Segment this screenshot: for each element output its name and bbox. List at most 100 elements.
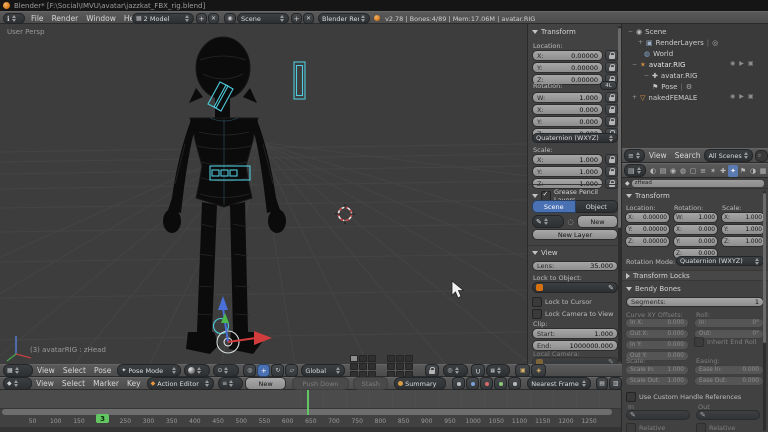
number-field[interactable]: Y:0.00000 xyxy=(625,224,670,235)
filter-hidden-button[interactable] xyxy=(466,377,479,390)
rotate-manipulator-button[interactable]: ↻ xyxy=(271,364,284,377)
stash-button[interactable]: Stash xyxy=(353,377,388,390)
segments-field[interactable]: Segments:1 xyxy=(626,297,764,307)
scene-selector[interactable]: Scene xyxy=(237,13,289,24)
tab-modifiers-icon[interactable]: ✶ xyxy=(708,165,718,177)
number-field[interactable]: Y:1.000 xyxy=(532,166,603,177)
lens-field[interactable]: Lens:35.000 xyxy=(532,261,618,271)
outliner-row-renderlayers[interactable]: + ▣ RenderLayers |◎ xyxy=(638,37,718,48)
snap-toggle-button[interactable]: ∩ xyxy=(471,364,485,377)
tab-render-icon[interactable]: ◐ xyxy=(648,165,658,177)
lock-icon[interactable] xyxy=(605,166,618,177)
filter-datablock-button[interactable] xyxy=(494,377,507,390)
number-field[interactable]: Z:0.00000 xyxy=(625,236,670,247)
number-field[interactable]: X:0.00000 xyxy=(625,212,670,223)
properties-scrollbar[interactable] xyxy=(763,191,766,431)
expand-icon[interactable]: + xyxy=(632,94,637,101)
number-field[interactable]: Y:0.00000 xyxy=(532,62,603,73)
hide-eye-icon[interactable]: ◉ xyxy=(730,60,735,67)
outliner-row-avatar-rig-data[interactable]: − ✚ avatar.RIG xyxy=(644,70,697,81)
number-field[interactable]: W:1.000 xyxy=(532,92,603,103)
lock-camera-row[interactable]: Lock Camera to View xyxy=(532,309,613,319)
lock-icon[interactable] xyxy=(605,116,618,127)
orientation-dropdown[interactable]: Global xyxy=(301,364,345,377)
checkbox[interactable] xyxy=(532,297,542,307)
npanel-scrollbar[interactable] xyxy=(618,26,621,362)
lock-icon[interactable] xyxy=(605,92,618,103)
menu-item[interactable]: Key xyxy=(123,379,145,388)
delete-layout-button[interactable]: ✕ xyxy=(208,13,219,24)
outliner-row-avatar-rig[interactable]: − ✶ avatar.RIG xyxy=(632,59,685,70)
copy-keyframes-button[interactable]: ▤ xyxy=(596,377,609,390)
lock-icon[interactable] xyxy=(605,104,618,115)
checkbox[interactable] xyxy=(626,392,636,402)
menu-item[interactable]: Select xyxy=(58,379,89,388)
number-field[interactable]: X:0.000 xyxy=(673,224,718,235)
new-layer-button[interactable]: New Layer xyxy=(532,229,618,240)
filter-errors-button[interactable] xyxy=(480,377,493,390)
outliner-row-nakedfemale[interactable]: + ▽ nakedFEMALE xyxy=(632,92,697,103)
manipulator-toggle-button[interactable]: ◎ xyxy=(243,364,256,377)
scale-manipulator-button[interactable]: ▱ xyxy=(285,364,298,377)
menu-item[interactable]: Select xyxy=(59,366,90,375)
selectable-icon[interactable]: ▶ xyxy=(739,93,744,100)
expand-icon[interactable]: − xyxy=(628,28,633,35)
pin-icon[interactable]: ◆ xyxy=(625,180,630,187)
number-field[interactable]: X:0.00000 xyxy=(532,50,603,61)
filter-only-selected-button[interactable] xyxy=(452,377,465,390)
menu-item[interactable]: Window xyxy=(82,14,120,23)
panel-transform[interactable]: Transform xyxy=(532,28,576,36)
menu-search[interactable]: Search xyxy=(671,151,705,160)
menu-item[interactable]: View xyxy=(32,379,58,388)
number-field[interactable]: W:1.000 xyxy=(673,212,718,223)
tab-data-icon[interactable]: ✚ xyxy=(718,165,728,177)
render-engine-selector[interactable]: Blender Render xyxy=(318,13,370,24)
number-field[interactable]: Start:1.000 xyxy=(532,328,618,339)
panel-view[interactable]: View xyxy=(532,249,558,257)
current-frame-line[interactable] xyxy=(307,390,309,415)
panel-bone-transform[interactable]: Transform xyxy=(626,192,670,200)
handle-out-field[interactable]: ✎ xyxy=(696,410,760,420)
screen-layout-selector[interactable]: ▦ 2 Model xyxy=(132,13,194,24)
tab-scene-icon[interactable]: ◉ xyxy=(668,165,678,177)
grease-scene-tab[interactable]: Scene xyxy=(532,200,576,213)
menu-item[interactable]: Pose xyxy=(90,366,115,375)
outliner-row-pose[interactable]: ⚑ Pose |⚙ xyxy=(652,81,692,92)
delete-scene-button[interactable]: ✕ xyxy=(303,13,314,24)
tab-bone-constraints-icon[interactable]: ⚑ xyxy=(738,165,748,177)
snap-element-dropdown[interactable]: ▦ xyxy=(486,364,510,377)
lock-icon[interactable] xyxy=(605,50,618,61)
lock-object-field[interactable]: ✎ xyxy=(532,282,618,293)
draw-tool-dropdown[interactable]: ✎ xyxy=(532,215,564,228)
auto-snap-dropdown[interactable]: Nearest Frame xyxy=(527,377,591,390)
outliner-row-scene[interactable]: − ◉ Scene xyxy=(628,26,666,37)
number-field[interactable]: X:1.000 xyxy=(532,154,603,165)
paste-keyframes-button[interactable]: ▥ xyxy=(609,377,622,390)
menu-item[interactable]: File xyxy=(27,14,48,23)
menu-item[interactable]: Marker xyxy=(89,379,123,388)
number-field[interactable]: Y:0.000 xyxy=(673,236,718,247)
tab-world-icon[interactable]: ◍ xyxy=(678,165,688,177)
menu-item[interactable]: View xyxy=(33,366,59,375)
number-field[interactable]: Y:0.000 xyxy=(532,116,603,127)
panel-bendy-bones[interactable]: Bendy Bones xyxy=(626,285,681,293)
action-browse-dropdown[interactable]: ≡ xyxy=(218,377,243,390)
proportional-edit-dropdown[interactable]: ◎ xyxy=(443,364,468,377)
current-frame-badge[interactable]: 3 xyxy=(96,414,109,423)
tab-constraints-icon[interactable]: ≡ xyxy=(698,165,708,177)
tab-render-layers-icon[interactable]: ▤ xyxy=(658,165,668,177)
expand-icon[interactable]: − xyxy=(644,72,649,79)
dopesheet-body[interactable]: 5010015020025030035040045050055060065070… xyxy=(0,390,622,432)
eyedropper-icon[interactable]: ✎ xyxy=(608,284,614,292)
push-down-button[interactable]: Push Down xyxy=(292,377,350,390)
menu-item[interactable]: Render xyxy=(48,14,83,23)
handle-in-field[interactable]: ✎ xyxy=(626,410,690,420)
filter-group-button[interactable] xyxy=(508,377,521,390)
editor-type-button-3dview[interactable]: ▦ xyxy=(3,364,33,377)
renderable-icon[interactable]: ▣ xyxy=(748,93,754,100)
tab-object-icon[interactable]: ▢ xyxy=(688,165,698,177)
outliner-search-input[interactable]: ⌕ xyxy=(755,150,768,162)
breadcrumb-path[interactable]: zHead xyxy=(632,180,764,187)
scene-browse-button[interactable]: ◉ xyxy=(224,13,236,24)
summary-toggle[interactable]: Summary xyxy=(394,377,446,390)
